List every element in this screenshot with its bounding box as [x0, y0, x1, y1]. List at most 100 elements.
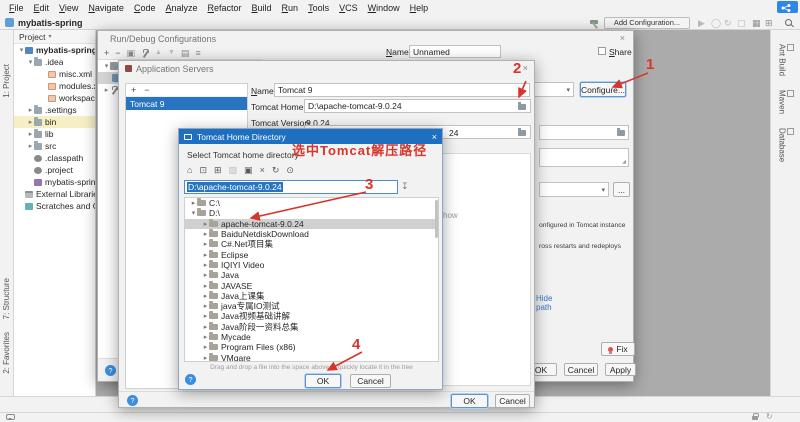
- apply-button[interactable]: Apply: [605, 363, 636, 376]
- menu-item[interactable]: Navigate: [83, 0, 129, 16]
- tree-toggle-icon[interactable]: ▸: [202, 251, 209, 259]
- new-folder-icon[interactable]: ⊞: [214, 164, 222, 176]
- group-icon[interactable]: ▤: [181, 47, 190, 59]
- project-tree-row[interactable]: External Libraries: [14, 188, 95, 200]
- vm-options-field[interactable]: ◢: [539, 148, 629, 167]
- move-up-icon[interactable]: ▲: [155, 47, 162, 59]
- project-tree-row[interactable]: ▸ .settings: [14, 104, 95, 116]
- desktop-icon[interactable]: ⊡: [199, 164, 207, 176]
- chevron-down-icon[interactable]: ▾: [48, 33, 51, 40]
- path-input[interactable]: D:\apache-tomcat-9.0.24: [184, 180, 398, 194]
- tool-stripe-favorites-tab[interactable]: 2: Favorites: [2, 332, 11, 374]
- tool-stripe-project-tab[interactable]: 1: Project: [2, 64, 11, 98]
- collapse-path-icon[interactable]: ↧: [401, 181, 409, 192]
- refresh-icon[interactable]: ↻: [766, 412, 773, 421]
- tree-toggle-icon[interactable]: ▸: [27, 106, 34, 114]
- project-tree-row[interactable]: ▾ mybatis-spring: [14, 44, 95, 56]
- copy-icon[interactable]: ▣: [127, 47, 136, 59]
- file-tree-row[interactable]: ▸ Java: [185, 270, 438, 280]
- tree-toggle-icon[interactable]: ▾: [190, 209, 197, 217]
- tool-stripe-tab[interactable]: Maven: [778, 90, 794, 114]
- run-icon[interactable]: ▶: [698, 17, 705, 29]
- server-name-input[interactable]: Tomcat 9: [274, 83, 530, 97]
- close-icon[interactable]: ×: [523, 64, 528, 73]
- show-hidden-files-icon[interactable]: ⊙: [286, 164, 294, 176]
- tree-toggle-icon[interactable]: ▸: [202, 343, 209, 351]
- cancel-button[interactable]: Cancel: [495, 394, 530, 408]
- tree-toggle-icon[interactable]: ▸: [202, 230, 209, 238]
- file-tree-row[interactable]: ▸ apache-tomcat-9.0.24: [185, 218, 438, 229]
- lock-icon[interactable]: [752, 413, 759, 420]
- tree-toggle-icon[interactable]: ▸: [202, 261, 209, 269]
- server-list-item-selected[interactable]: Tomcat 9: [126, 97, 247, 110]
- menu-item[interactable]: Analyze: [160, 0, 202, 16]
- refresh-icon[interactable]: ↻: [272, 164, 280, 176]
- layout-icon[interactable]: ▦: [752, 17, 761, 29]
- project-tree-row[interactable]: Scratches and Co: [14, 200, 95, 212]
- tree-toggle-icon[interactable]: ▸: [202, 220, 209, 228]
- tomcat-home-input[interactable]: D:\apache-tomcat-9.0.24: [304, 99, 531, 113]
- menu-item[interactable]: Window: [363, 0, 405, 16]
- remove-icon[interactable]: −: [115, 47, 120, 59]
- menu-item[interactable]: Edit: [29, 0, 55, 16]
- home-icon[interactable]: ⌂: [187, 164, 192, 176]
- menu-item[interactable]: View: [54, 0, 83, 16]
- add-configuration-button[interactable]: Add Configuration...: [604, 17, 690, 29]
- configure-button[interactable]: Configure...: [580, 82, 626, 97]
- tool-stripe-structure-tab[interactable]: 7: Structure: [2, 278, 11, 319]
- ok-button[interactable]: OK: [305, 374, 341, 388]
- tree-toggle-icon[interactable]: ▸: [190, 199, 197, 207]
- close-icon[interactable]: ×: [620, 34, 625, 43]
- menu-item[interactable]: Help: [405, 0, 434, 16]
- edit-defaults-wrench-icon[interactable]: [141, 48, 150, 58]
- tree-toggle-icon[interactable]: ▸: [202, 323, 209, 331]
- project-tree-row[interactable]: ▸ lib: [14, 128, 95, 140]
- fix-button[interactable]: Fix: [601, 342, 635, 356]
- add-icon[interactable]: +: [104, 47, 109, 59]
- close-icon[interactable]: ×: [432, 132, 437, 142]
- browse-folder-icon[interactable]: [518, 128, 526, 136]
- tree-toggle-icon[interactable]: ▾: [103, 62, 110, 70]
- remove-icon[interactable]: −: [144, 85, 149, 95]
- tool-stripe-tab[interactable]: Database: [778, 128, 794, 162]
- move-down-icon[interactable]: ▼: [168, 47, 175, 59]
- project-tree-row[interactable]: ▸ src: [14, 140, 95, 152]
- expand-corner-icon[interactable]: ◢: [622, 159, 626, 165]
- build-hammer-icon[interactable]: [590, 18, 601, 29]
- browse-more-button[interactable]: ...: [613, 182, 630, 197]
- tree-toggle-icon[interactable]: ▸: [27, 142, 34, 150]
- url-field[interactable]: [539, 125, 629, 140]
- file-tree-row[interactable]: ▸ Program Files (x86): [185, 342, 438, 352]
- project-tree-row[interactable]: workspace: [14, 92, 95, 104]
- add-icon[interactable]: +: [131, 85, 136, 95]
- file-tree-row[interactable]: ▸ Eclipse: [185, 249, 438, 260]
- file-tree-row[interactable]: ▸ Java阶段一资料总集: [185, 321, 438, 332]
- file-tree-row[interactable]: ▾ D:\: [185, 208, 438, 218]
- tree-toggle-icon[interactable]: ▸: [202, 282, 209, 290]
- tree-toggle-icon[interactable]: ▸: [202, 240, 209, 248]
- tree-toggle-icon[interactable]: ▸: [202, 292, 209, 300]
- project-tree-row[interactable]: mybatis-sprin: [14, 176, 95, 188]
- file-tree-row[interactable]: ▸ Mycade: [185, 332, 438, 342]
- browse-folder-icon[interactable]: [617, 127, 625, 136]
- menu-item[interactable]: Code: [129, 0, 161, 16]
- file-tree-row[interactable]: ▸ VMqare: [185, 352, 438, 361]
- project-tree-row[interactable]: ▸ bin: [14, 116, 95, 128]
- help-icon[interactable]: ?: [127, 395, 138, 406]
- tree-toggle-icon[interactable]: ▸: [202, 312, 209, 320]
- delete-icon[interactable]: ×: [260, 164, 265, 176]
- cancel-button[interactable]: Cancel: [564, 363, 598, 376]
- menu-item[interactable]: Run: [277, 0, 304, 16]
- tree-toggle-icon[interactable]: ▸: [27, 130, 34, 138]
- hide-path-link[interactable]: Hide path: [536, 294, 552, 312]
- menu-item[interactable]: File: [4, 0, 29, 16]
- project-tree-row[interactable]: misc.xml: [14, 68, 95, 80]
- tree-toggle-icon[interactable]: ▸: [202, 271, 209, 279]
- project-tree-row[interactable]: .classpath: [14, 152, 95, 164]
- share-checkbox[interactable]: [598, 47, 606, 55]
- tree-toggle-icon[interactable]: ▸: [202, 302, 209, 310]
- menu-item[interactable]: Tools: [303, 0, 334, 16]
- tree-toggle-icon[interactable]: ▸: [103, 86, 110, 94]
- restore-layout-icon[interactable]: ⊞: [765, 17, 773, 29]
- project-tree-row[interactable]: ▾ .idea: [14, 56, 95, 68]
